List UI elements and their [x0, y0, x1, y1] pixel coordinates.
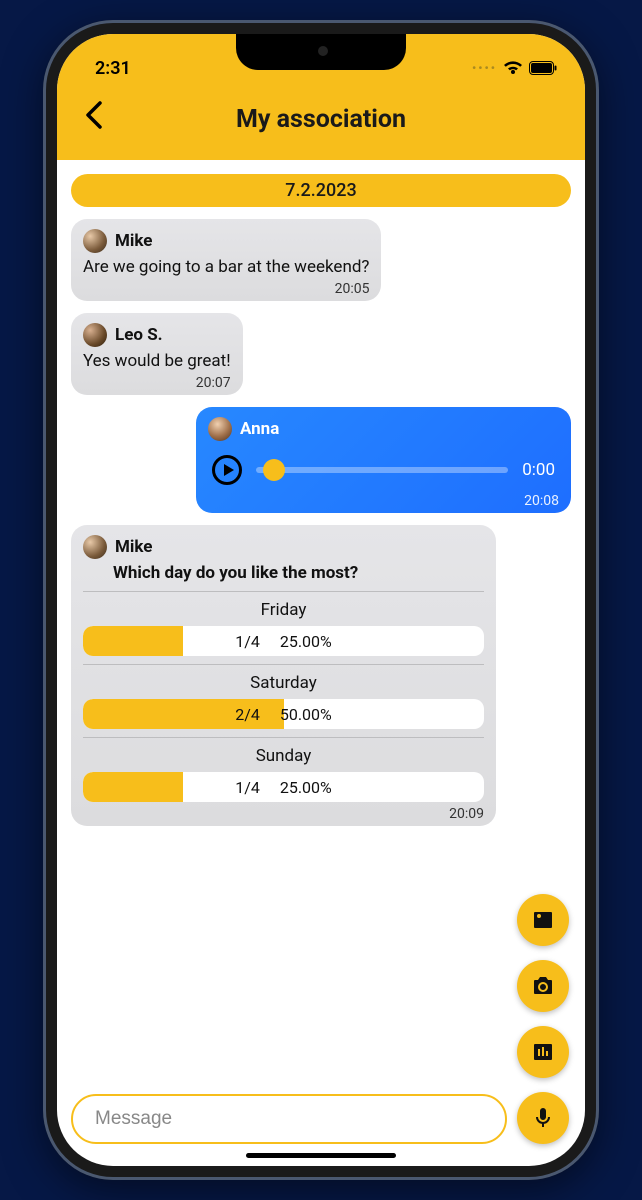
- avatar: [83, 535, 107, 559]
- avatar: [83, 323, 107, 347]
- message-time: 20:05: [83, 281, 369, 297]
- poll-count: 2/4: [235, 705, 260, 724]
- poll-option-label: Saturday: [83, 673, 484, 693]
- slider-thumb[interactable]: [263, 459, 285, 481]
- messages-scroll[interactable]: 7.2.2023 Mike Are we going to a bar at t…: [57, 160, 585, 1082]
- poll-bar: 1/4 25.00%: [83, 772, 484, 802]
- bar-chart-icon: [531, 1040, 555, 1064]
- play-button[interactable]: [212, 455, 242, 485]
- message-text: Are we going to a bar at the weekend?: [83, 257, 369, 279]
- message-input[interactable]: [71, 1094, 507, 1144]
- poll-message-bubble[interactable]: Mike Which day do you like the most? Fri…: [71, 525, 496, 826]
- message-text: Yes would be great!: [83, 351, 231, 373]
- poll-fill: [83, 772, 183, 802]
- audio-position: 0:00: [522, 460, 555, 480]
- image-icon: [531, 908, 555, 932]
- sender-name: Mike: [115, 537, 152, 557]
- camera-button[interactable]: [517, 960, 569, 1012]
- voice-button[interactable]: [517, 1092, 569, 1144]
- poll-percent: 50.00%: [280, 705, 332, 724]
- divider: [83, 664, 484, 665]
- wifi-icon: [503, 60, 523, 76]
- divider: [83, 591, 484, 592]
- battery-icon: [529, 61, 557, 75]
- message-time: 20:07: [83, 375, 231, 391]
- message-bubble[interactable]: Leo S. Yes would be great! 20:07: [71, 313, 243, 395]
- mic-icon: [531, 1106, 555, 1130]
- audio-slider[interactable]: [256, 467, 508, 473]
- poll-count: 1/4: [235, 778, 260, 797]
- poll-title: Which day do you like the most?: [113, 563, 484, 583]
- poll-option[interactable]: Saturday 2/4 50.00%: [83, 671, 484, 731]
- poll-percent: 25.00%: [280, 778, 332, 797]
- home-indicator[interactable]: [246, 1153, 396, 1158]
- divider: [83, 737, 484, 738]
- message-bubble[interactable]: Mike Are we going to a bar at the weeken…: [71, 219, 381, 301]
- message-time: 20:09: [83, 806, 484, 822]
- audio-message-bubble[interactable]: Anna 0:00 20:08: [196, 407, 571, 513]
- sender-name: Mike: [115, 231, 152, 251]
- poll-bar: 2/4 50.00%: [83, 699, 484, 729]
- poll-option-label: Friday: [83, 600, 484, 620]
- sender-name: Anna: [240, 419, 279, 439]
- avatar: [208, 417, 232, 441]
- page-title: My association: [57, 105, 585, 134]
- chat-header: My association: [57, 88, 585, 160]
- poll-fill: [83, 626, 183, 656]
- poll-option-label: Sunday: [83, 746, 484, 766]
- gallery-button[interactable]: [517, 894, 569, 946]
- sender-name: Leo S.: [115, 325, 163, 345]
- message-time: 20:08: [208, 493, 559, 509]
- play-icon: [224, 464, 234, 476]
- poll-count: 1/4: [235, 632, 260, 651]
- poll-option[interactable]: Sunday 1/4 25.00%: [83, 744, 484, 804]
- avatar: [83, 229, 107, 253]
- poll-button[interactable]: [517, 1026, 569, 1078]
- cellular-dots-icon: ••••: [472, 61, 497, 75]
- back-button[interactable]: [77, 97, 111, 141]
- date-chip: 7.2.2023: [71, 174, 571, 207]
- camera-icon: [531, 974, 555, 998]
- status-time: 2:31: [95, 58, 131, 79]
- poll-option[interactable]: Friday 1/4 25.00%: [83, 598, 484, 658]
- poll-percent: 25.00%: [280, 632, 332, 651]
- poll-bar: 1/4 25.00%: [83, 626, 484, 656]
